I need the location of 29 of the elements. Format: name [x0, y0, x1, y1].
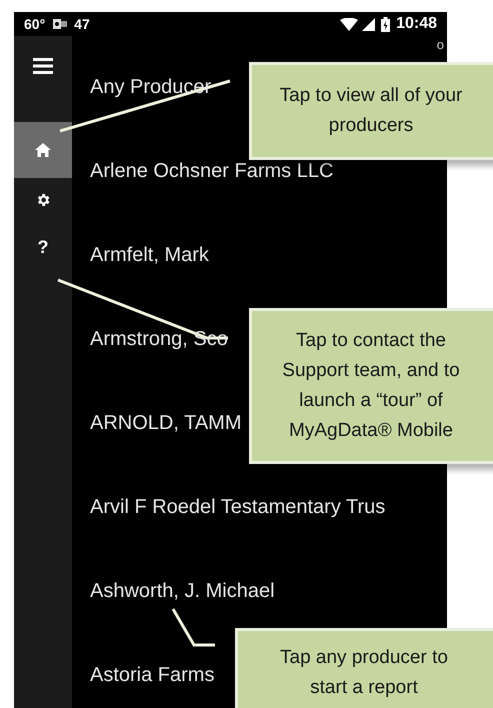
battery-icon [381, 16, 390, 32]
callout-text: producers [328, 114, 414, 138]
leader-line [172, 608, 215, 646]
temperature: 60° [24, 14, 46, 34]
help-icon: ? [38, 238, 48, 256]
settings-icon [35, 192, 51, 208]
callout-text: Tap to view all of your [280, 84, 462, 108]
home-icon [35, 143, 51, 157]
notification-count: 47 [74, 14, 90, 34]
callout-text: start a report [310, 676, 418, 700]
callout-text: MyAgData® Mobile [289, 419, 453, 443]
wifi-icon [340, 18, 358, 30]
callout-text: launch a “tour” of [299, 389, 443, 413]
producer-item[interactable]: Armfelt, Mark [90, 240, 209, 270]
producer-item[interactable]: Ashworth, J. Michael [90, 576, 275, 606]
mail-app-icon [53, 18, 68, 30]
corner-glyph: o [436, 36, 444, 54]
callout-text: Tap to contact the [296, 329, 446, 353]
producer-item[interactable]: Arvil F Roedel Testamentary Trus [90, 492, 386, 522]
callout-text: Support team, and to [282, 359, 460, 383]
producer-item[interactable]: Astoria Farms [90, 660, 214, 690]
producer-item[interactable]: Arlene Ochsner Farms LLC [90, 156, 334, 186]
signal-icon [362, 18, 376, 30]
producer-item[interactable]: ARNOLD, TAMM [90, 408, 242, 438]
clock: 10:48 [396, 14, 437, 34]
sidebar-item[interactable]: ? [14, 222, 72, 272]
producer-item[interactable]: Any Producer [90, 72, 212, 102]
menu-icon [33, 58, 53, 74]
callout-text: Tap any producer to [280, 646, 448, 670]
